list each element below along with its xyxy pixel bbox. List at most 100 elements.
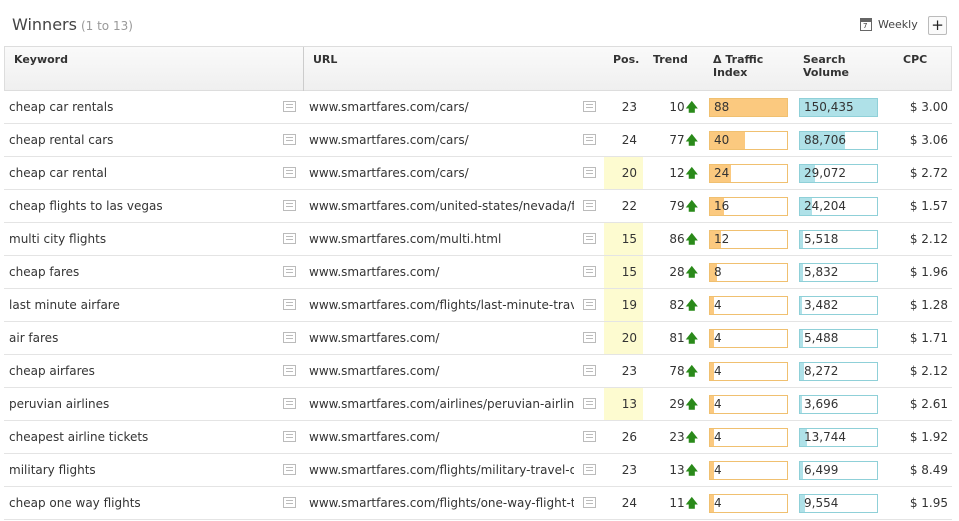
table-row[interactable]: cheapest airline tickets www.smartfares.c… xyxy=(4,421,952,454)
col-traffic-index[interactable]: Δ Traffic Index xyxy=(713,53,763,79)
keyword-cell[interactable]: last minute airfare xyxy=(9,289,274,321)
details-icon[interactable] xyxy=(283,167,296,178)
url-cell[interactable]: www.smartfares.com/flights/one-way-fligh… xyxy=(309,487,574,519)
keyword-cell[interactable]: multi city flights xyxy=(9,223,274,255)
keyword-cell[interactable]: cheap airfares xyxy=(9,355,274,387)
keyword-cell[interactable]: peruvian airlines xyxy=(9,388,274,420)
details-icon[interactable] xyxy=(283,134,296,145)
search-volume-value: 24,204 xyxy=(804,199,846,213)
keyword-cell[interactable]: cheap flights to las vegas xyxy=(9,190,274,222)
trend-cell: 81🡅 xyxy=(650,322,698,354)
search-volume-value: 13,744 xyxy=(804,430,846,444)
period-selector[interactable]: 7 Weekly xyxy=(860,18,918,31)
table-row[interactable]: last minute airfare www.smartfares.com/fl… xyxy=(4,289,952,322)
keyword-cell[interactable]: military flights xyxy=(9,454,274,486)
url-cell[interactable]: www.smartfares.com/cars/ xyxy=(309,91,574,123)
details-icon[interactable] xyxy=(583,398,596,409)
keyword-cell[interactable]: air fares xyxy=(9,322,274,354)
arrow-up-icon: 🡅 xyxy=(685,496,698,510)
keyword-cell[interactable]: cheap car rental xyxy=(9,157,274,189)
col-divider xyxy=(303,47,304,91)
add-button[interactable]: + xyxy=(928,16,947,35)
traffic-index-value: 4 xyxy=(714,331,722,345)
details-icon[interactable] xyxy=(583,233,596,244)
cpc-cell: $ 2.12 xyxy=(909,232,948,246)
details-icon[interactable] xyxy=(583,299,596,310)
col-cpc[interactable]: CPC xyxy=(903,53,927,66)
keyword-cell[interactable]: cheapest airline tickets xyxy=(9,421,274,453)
details-icon[interactable] xyxy=(283,266,296,277)
position-cell: 24 xyxy=(621,496,637,510)
details-icon[interactable] xyxy=(583,101,596,112)
url-cell[interactable]: www.smartfares.com/ xyxy=(309,355,574,387)
details-icon[interactable] xyxy=(283,299,296,310)
search-volume-bar: 13,744 xyxy=(799,428,878,447)
panel-range: (1 to 13) xyxy=(80,19,133,33)
keyword-cell[interactable]: cheap one way flights xyxy=(9,487,274,519)
keyword-cell[interactable]: cheap car rentals xyxy=(9,91,274,123)
position-cell: 23 xyxy=(621,100,637,114)
traffic-index-value: 4 xyxy=(714,397,722,411)
table-row[interactable]: cheap car rentals www.smartfares.com/cars… xyxy=(4,91,952,124)
url-cell[interactable]: www.smartfares.com/ xyxy=(309,421,574,453)
table-row[interactable]: air fares www.smartfares.com/20 81🡅 4 5,488 $… xyxy=(4,322,952,355)
panel-title: Winners (1 to 13) xyxy=(12,15,133,34)
url-cell[interactable]: www.smartfares.com/multi.html xyxy=(309,223,574,255)
cpc-cell: $ 1.57 xyxy=(909,199,948,213)
table-row[interactable]: cheap fares www.smartfares.com/15 28🡅 8 5,83… xyxy=(4,256,952,289)
details-icon[interactable] xyxy=(583,431,596,442)
search-volume-value: 8,272 xyxy=(804,364,839,378)
keyword-cell[interactable]: cheap rental cars xyxy=(9,124,274,156)
details-icon[interactable] xyxy=(583,332,596,343)
col-url[interactable]: URL xyxy=(313,53,337,66)
details-icon[interactable] xyxy=(283,497,296,508)
position-cell: 23 xyxy=(621,364,637,378)
url-cell[interactable]: www.smartfares.com/flights/last-minute-t… xyxy=(309,289,574,321)
url-cell[interactable]: www.smartfares.com/cars/ xyxy=(309,124,574,156)
details-icon[interactable] xyxy=(283,101,296,112)
trend-cell: 79🡅 xyxy=(650,190,698,222)
trend-value: 13 xyxy=(669,463,685,477)
table-row[interactable]: military flights www.smartfares.com/fligh… xyxy=(4,454,952,487)
keyword-cell[interactable]: cheap fares xyxy=(9,256,274,288)
details-icon[interactable] xyxy=(283,431,296,442)
details-icon[interactable] xyxy=(583,167,596,178)
table-row[interactable]: cheap rental cars www.smartfares.com/cars… xyxy=(4,124,952,157)
trend-value: 29 xyxy=(669,397,685,411)
table-row[interactable]: cheap airfares www.smartfares.com/23 78🡅 4 8… xyxy=(4,355,952,388)
col-traffic-line1: Δ Traffic xyxy=(713,53,764,66)
details-icon[interactable] xyxy=(283,233,296,244)
cpc-cell: $ 1.96 xyxy=(909,265,948,279)
url-cell[interactable]: www.smartfares.com/flights/military-trav… xyxy=(309,454,574,486)
url-cell[interactable]: www.smartfares.com/cars/ xyxy=(309,157,574,189)
url-cell[interactable]: www.smartfares.com/ xyxy=(309,256,574,288)
details-icon[interactable] xyxy=(283,398,296,409)
search-volume-value: 88,706 xyxy=(804,133,846,147)
details-icon[interactable] xyxy=(583,464,596,475)
position-cell: 20 xyxy=(604,157,643,189)
url-cell[interactable]: www.smartfares.com/ xyxy=(309,322,574,354)
table-row[interactable]: cheap one way flights www.smartfares.com/… xyxy=(4,487,952,520)
table-row[interactable]: peruvian airlines www.smartfares.com/airl… xyxy=(4,388,952,421)
details-icon[interactable] xyxy=(283,200,296,211)
col-pos[interactable]: Pos. xyxy=(613,53,639,66)
details-icon[interactable] xyxy=(583,134,596,145)
col-keyword[interactable]: Keyword xyxy=(14,53,68,66)
table-row[interactable]: cheap car rental www.smartfares.com/cars/… xyxy=(4,157,952,190)
col-trend[interactable]: Trend xyxy=(653,53,688,66)
col-search-volume[interactable]: Search Volume xyxy=(803,53,849,79)
details-icon[interactable] xyxy=(583,497,596,508)
url-cell[interactable]: www.smartfares.com/united-states/nevada/… xyxy=(309,190,574,222)
details-icon[interactable] xyxy=(283,365,296,376)
cpc-cell: $ 1.71 xyxy=(909,331,948,345)
trend-value: 86 xyxy=(669,232,685,246)
details-icon[interactable] xyxy=(283,464,296,475)
table-row[interactable]: multi city flights www.smartfares.com/mul… xyxy=(4,223,952,256)
details-icon[interactable] xyxy=(583,266,596,277)
details-icon[interactable] xyxy=(283,332,296,343)
table-row[interactable]: cheap flights to las vegas www.smartfares… xyxy=(4,190,952,223)
details-icon[interactable] xyxy=(583,200,596,211)
calendar-icon: 7 xyxy=(860,18,872,31)
details-icon[interactable] xyxy=(583,365,596,376)
url-cell[interactable]: www.smartfares.com/airlines/peruvian-air… xyxy=(309,388,574,420)
